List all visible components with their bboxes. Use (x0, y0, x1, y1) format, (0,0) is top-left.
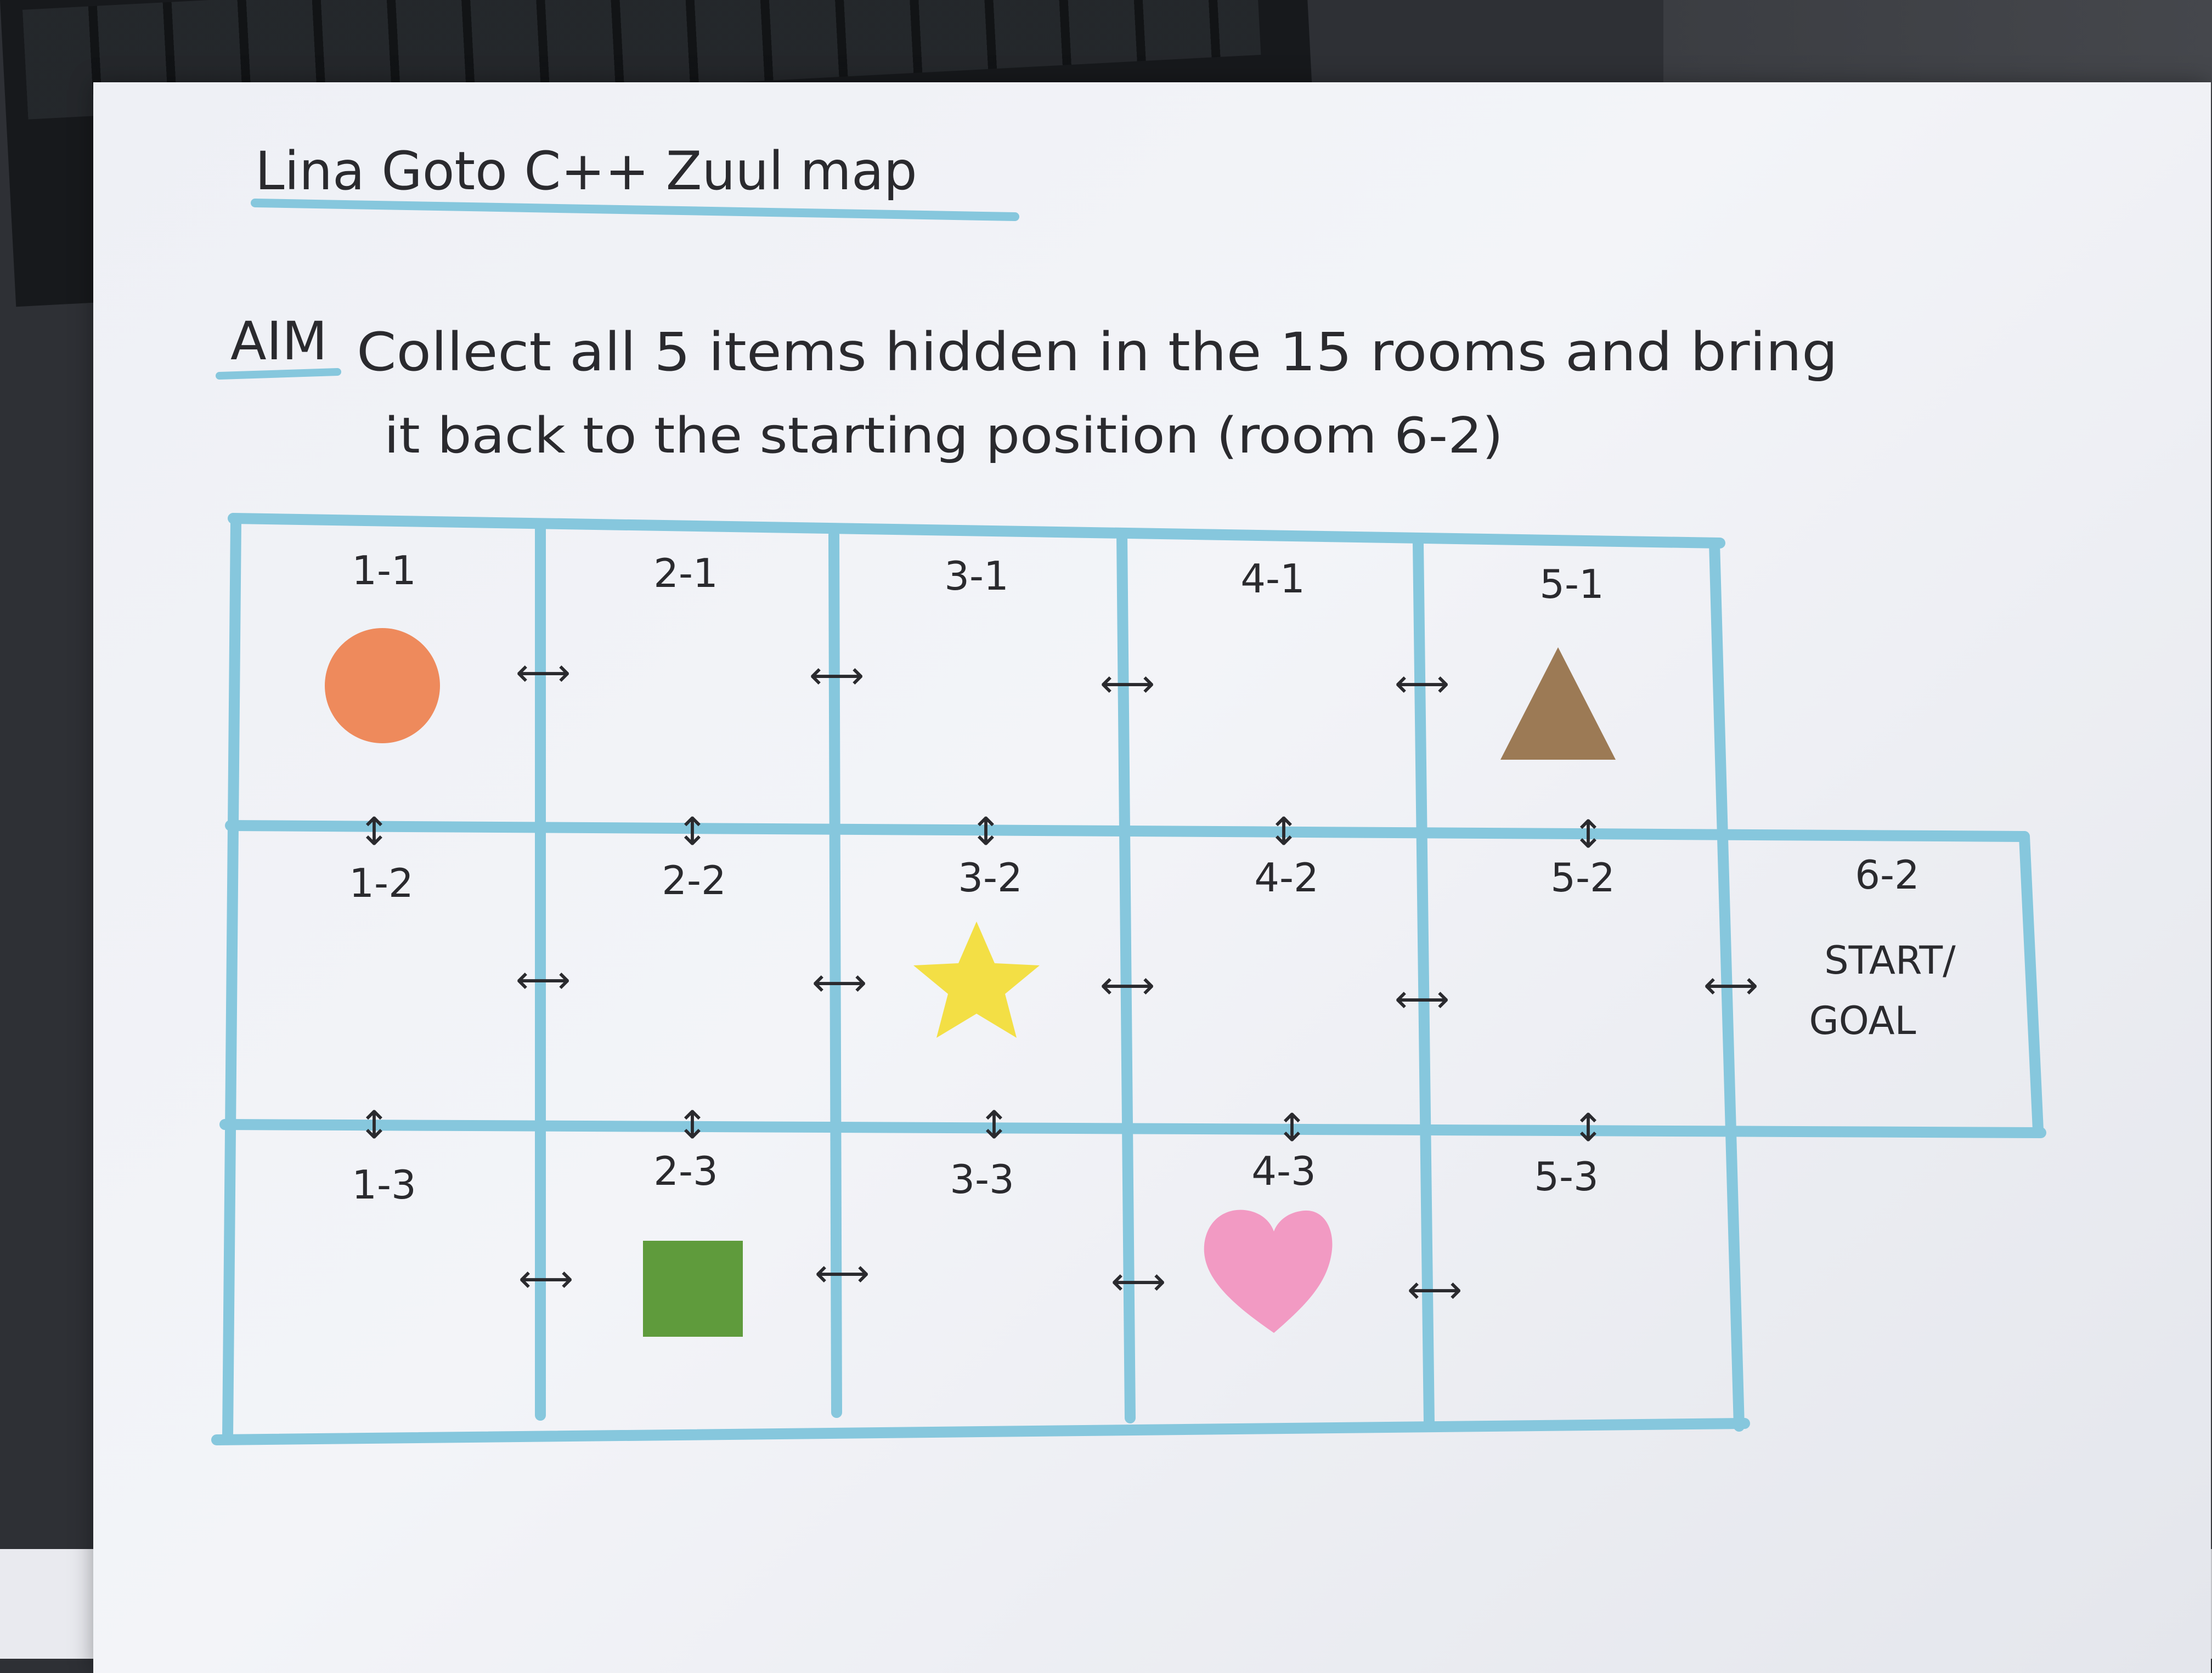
arrow-icon: ⟷ (1111, 1259, 1166, 1304)
arrow-icon: ↕ (358, 809, 391, 854)
arrow-icon: ↕ (1572, 1105, 1605, 1150)
arrow-icon: ↕ (978, 1103, 1011, 1148)
room-label-2-3: 2-3 (653, 1148, 718, 1194)
item-circle-icon (325, 628, 440, 743)
arrow-icon: ↕ (1276, 1105, 1308, 1150)
arrow-icon: ⟷ (1703, 963, 1758, 1008)
item-square-icon (643, 1241, 743, 1337)
room-label-4-1: 4-1 (1240, 556, 1305, 602)
item-heart-icon (1204, 1209, 1333, 1333)
room-label-4-3: 4-3 (1251, 1148, 1316, 1194)
room-label-1-1: 1-1 (352, 547, 416, 594)
room-label-1-3: 1-3 (352, 1162, 416, 1208)
arrow-icon: ⟷ (1395, 976, 1449, 1021)
room-label-5-1: 5-1 (1539, 561, 1604, 607)
room-label-2-2: 2-2 (662, 857, 726, 903)
map-title: Lina Goto C++ Zuul map (255, 140, 917, 202)
arrow-icon: ↕ (676, 1103, 709, 1148)
aim-label: AIM (230, 310, 328, 372)
zuul-map-sheet: Lina Goto C++ Zuul map AIM Collect all 5… (211, 140, 2046, 1445)
room-label-5-2: 5-2 (1550, 855, 1615, 901)
arrow-icon: ↕ (1268, 809, 1300, 854)
arrow-icon: ↕ (1572, 812, 1605, 857)
title-underline (251, 199, 1019, 221)
arrow-icon: ↕ (358, 1103, 391, 1148)
room-label-3-3: 3-3 (950, 1156, 1014, 1202)
aim-underline (216, 368, 341, 380)
arrow-icon: ↕ (676, 809, 709, 854)
room-label-4-2: 4-2 (1254, 855, 1319, 901)
room-label-5-3: 5-3 (1534, 1154, 1599, 1200)
arrow-icon: ⟷ (516, 650, 571, 695)
arrow-icon: ⟷ (1100, 963, 1155, 1008)
arrow-icon: ↕ (970, 809, 1002, 854)
start-label: START/ (1824, 938, 1956, 983)
arrow-icon: ⟷ (809, 653, 864, 698)
goal-label: GOAL (1809, 998, 1916, 1043)
room-label-3-1: 3-1 (944, 553, 1009, 599)
arrow-icon: ⟷ (815, 1251, 870, 1296)
item-star-icon (913, 922, 1040, 1038)
aim-line-2: it back to the starting position (room 6… (384, 407, 1503, 465)
room-label-2-1: 2-1 (653, 550, 718, 596)
aim-line-1: Collect all 5 items hidden in the 15 roo… (357, 321, 1838, 383)
arrow-icon: ⟷ (1395, 661, 1449, 706)
arrow-icon: ⟷ (1100, 661, 1155, 706)
arrow-icon: ⟷ (1407, 1267, 1462, 1312)
item-triangle-icon (1500, 647, 1616, 760)
arrow-icon: ⟷ (518, 1256, 573, 1301)
arrow-icon: ⟷ (812, 960, 867, 1005)
arrow-icon: ⟷ (516, 957, 571, 1002)
room-label-3-2: 3-2 (958, 855, 1023, 901)
room-label-6-2: 6-2 (1855, 852, 1920, 898)
room-label-1-2: 1-2 (349, 860, 414, 906)
